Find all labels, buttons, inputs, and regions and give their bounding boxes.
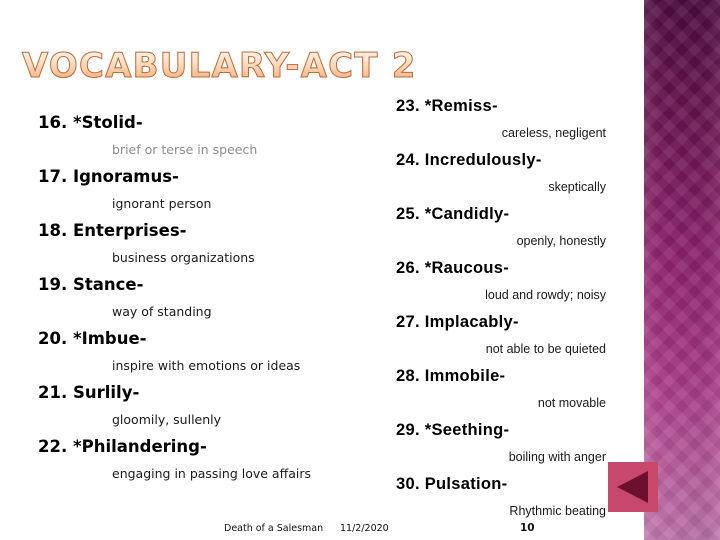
vocabulary-term: 23. *Remiss- (396, 97, 498, 115)
footer-source-text: Death of a Salesman (224, 523, 324, 534)
vocabulary-term: 17. Ignoramus- (38, 167, 179, 186)
vocabulary-list-left: 16. *Stolid-brief or terse in speech 17. … (38, 112, 368, 490)
vocabulary-definition: way of standing (112, 304, 212, 319)
vocabulary-definition: Rhythmic beating (509, 504, 606, 518)
vocabulary-definition: brief or terse in speech (112, 142, 258, 157)
vocabulary-definition: ignorant person (112, 196, 212, 211)
vocabulary-entry: 24. Incredulously-skeptically (396, 149, 608, 196)
vocabulary-definition: inspire with emotions or ideas (112, 358, 301, 373)
vocabulary-entry: 16. *Stolid-brief or terse in speech (38, 112, 368, 159)
vocabulary-list-right: 23. *Remiss-careless, negligent 24. Incre… (396, 95, 608, 527)
vocabulary-entry: 22. *Philandering-engaging in passing lo… (38, 436, 368, 483)
footer-date-text: 11/2/2020 (340, 523, 389, 534)
vocabulary-entry: 27. Implacably-not able to be quieted (396, 311, 608, 358)
vocabulary-term: 25. *Candidly- (396, 205, 510, 223)
slide-footer: Death of a Salesman 11/2/2020 10 (0, 520, 644, 540)
triangle-left-icon (617, 471, 648, 503)
vocabulary-definition: business organizations (112, 250, 255, 265)
vocabulary-term: 24. Incredulously- (396, 151, 542, 169)
vocabulary-term: 16. *Stolid- (38, 113, 143, 132)
vocabulary-term: 30. Pulsation- (396, 475, 508, 493)
vocabulary-entry: 28. Immobile-not movable (396, 365, 608, 412)
vocabulary-definition: engaging in passing love affairs (112, 466, 311, 481)
vocabulary-definition: not able to be quieted (485, 342, 606, 356)
vocabulary-definition: skeptically (548, 180, 606, 194)
vocabulary-entry: 19. Stance-way of standing (38, 274, 368, 321)
slide-canvas: VOCABULARY-ACT 2 16. *Stolid-brief or te… (0, 0, 720, 540)
vocabulary-definition: careless, negligent (501, 126, 606, 140)
vocabulary-term: 26. *Raucous- (396, 259, 510, 277)
footer-page-number: 10 (520, 522, 535, 534)
vocabulary-term: 18. Enterprises- (38, 221, 187, 240)
vocabulary-term: 19. Stance- (38, 275, 144, 294)
vocabulary-term: 27. Implacably- (396, 313, 519, 331)
vocabulary-definition: gloomily, sullenly (112, 412, 222, 427)
vocabulary-definition: loud and rowdy; noisy (485, 288, 606, 302)
vocabulary-definition: openly, honestly (516, 234, 606, 248)
vocabulary-definition: not movable (537, 396, 606, 410)
vocabulary-entry: 20. *Imbue-inspire with emotions or idea… (38, 328, 368, 375)
vocabulary-entry: 26. *Raucous-loud and rowdy; noisy (396, 257, 608, 304)
vocabulary-term: 21. Surlily- (38, 383, 140, 402)
vocabulary-entry: 23. *Remiss-careless, negligent (396, 95, 608, 142)
vocabulary-entry: 29. *Seething-boiling with anger (396, 419, 608, 466)
back-navigation-button[interactable] (608, 462, 658, 512)
vocabulary-term: 20. *Imbue- (38, 329, 147, 348)
vocabulary-term: 29. *Seething- (396, 421, 510, 439)
decorative-side-band (644, 0, 720, 540)
vocabulary-entry: 21. Surlily-gloomily, sullenly (38, 382, 368, 429)
vocabulary-definition: boiling with anger (508, 450, 606, 464)
vocabulary-entry: 25. *Candidly-openly, honestly (396, 203, 608, 250)
vocabulary-entry: 18. Enterprises-business organizations (38, 220, 368, 267)
page-title: VOCABULARY-ACT 2 (22, 46, 417, 87)
vocabulary-term: 22. *Philandering- (38, 437, 207, 456)
vocabulary-entry: 17. Ignoramus-ignorant person (38, 166, 368, 213)
vocabulary-entry: 30. Pulsation- Rhythmic beating (396, 473, 608, 520)
vocabulary-term: 28. Immobile- (396, 367, 506, 385)
